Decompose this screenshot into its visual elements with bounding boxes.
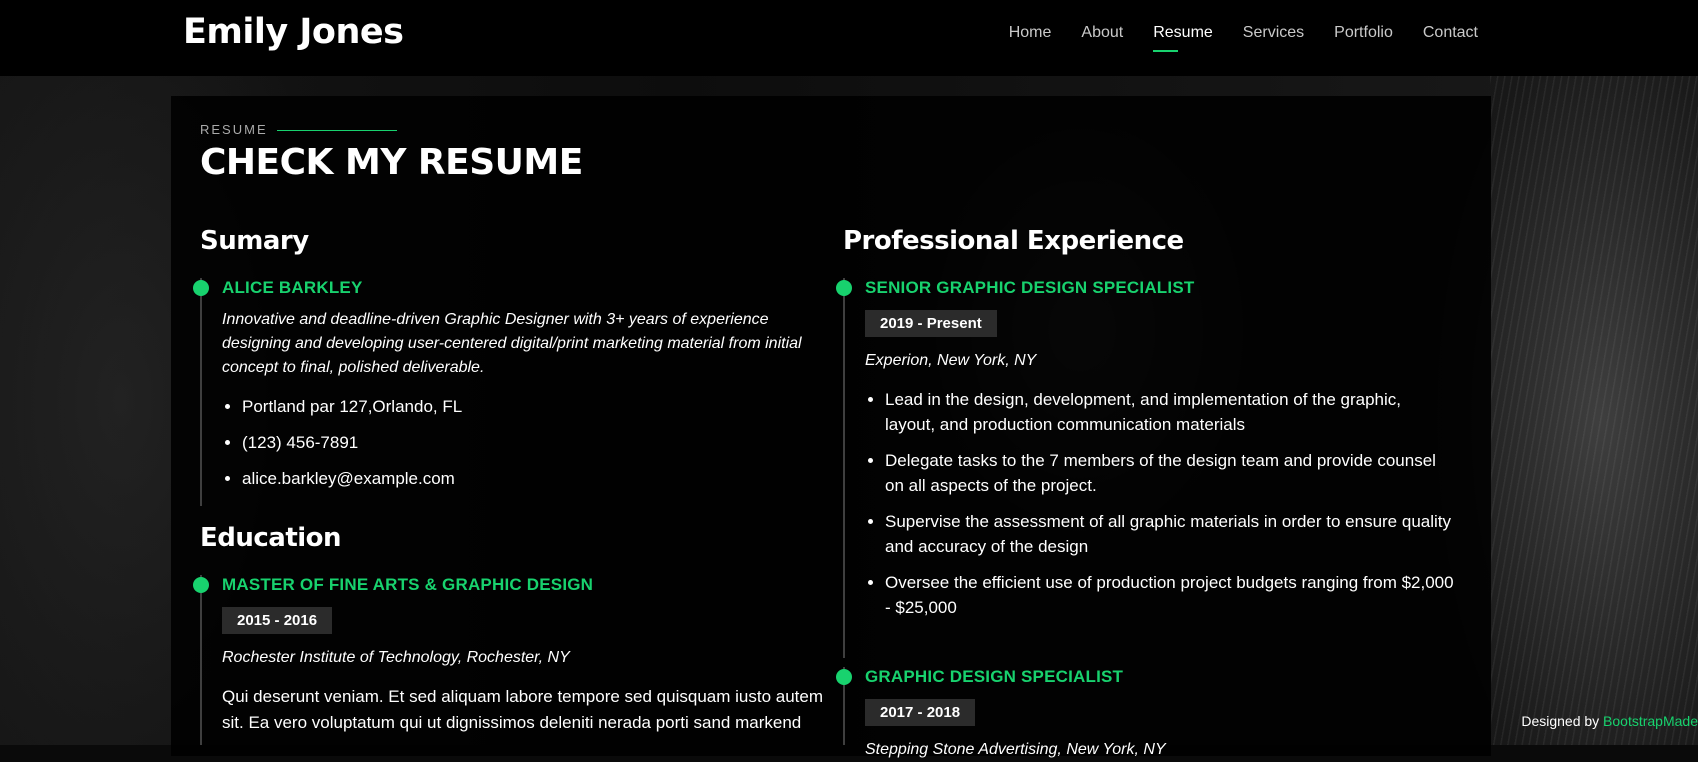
credits-link[interactable]: BootstrapMade [1603,713,1698,729]
section-label-divider [277,130,397,131]
summary-heading: Sumary [200,226,309,256]
education-heading: Education [200,523,342,553]
contact-phone: (123) 456-7891 [242,430,832,455]
contact-address: Portland par 127,Orlando, FL [242,394,832,419]
experience-item: GRAPHIC DESIGN SPECIALIST 2017 - 2018 St… [836,667,1455,758]
education-item: MASTER OF FINE ARTS & GRAPHIC DESIGN 201… [193,575,832,745]
timeline-dot [193,577,209,593]
nav-home[interactable]: Home [1009,24,1052,48]
experience-bullet: Oversee the efficient use of production … [885,570,1455,620]
summary-contact-list: Portland par 127,Orlando, FL (123) 456-7… [222,394,832,491]
background-hair-texture [1490,76,1698,745]
timeline-dot [836,669,852,685]
nav-about[interactable]: About [1081,24,1123,48]
experience-place: Stepping Stone Advertising, New York, NY [865,741,1166,758]
education-years-badge: 2015 - 2016 [222,607,333,634]
credits-prefix: Designed by [1521,713,1604,729]
site-header: Emily Jones Home About Resume Services P… [0,0,1698,76]
summary-name: ALICE BARKLEY [222,278,363,297]
experience-bullet: Delegate tasks to the 7 members of the d… [885,448,1455,498]
summary-item: ALICE BARKLEY Innovative and deadline-dr… [193,278,832,506]
experience-title: GRAPHIC DESIGN SPECIALIST [865,667,1124,686]
nav-resume[interactable]: Resume [1153,24,1213,52]
summary-description: Innovative and deadline-driven Graphic D… [222,311,802,376]
experience-item: SENIOR GRAPHIC DESIGN SPECIALIST 2019 - … [836,278,1455,658]
education-place: Rochester Institute of Technology, Roche… [222,649,570,666]
site-logo[interactable]: Emily Jones [183,12,404,52]
section-title: CHECK MY RESUME [200,142,583,183]
experience-bullet: Supervise the assessment of all graphic … [885,509,1455,559]
education-title: MASTER OF FINE ARTS & GRAPHIC DESIGN [222,575,594,594]
footer-credits: Designed by BootstrapMade [1521,713,1698,729]
experience-heading: Professional Experience [843,226,1184,256]
experience-years-badge: 2017 - 2018 [865,699,976,726]
timeline-dot [836,280,852,296]
main-nav: Home About Resume Services Portfolio Con… [979,24,1478,52]
experience-years-badge: 2019 - Present [865,310,997,337]
section-label: RESUME [200,122,268,137]
nav-services[interactable]: Services [1243,24,1304,48]
experience-place: Experion, New York, NY [865,352,1037,369]
timeline-dot [193,280,209,296]
nav-portfolio[interactable]: Portfolio [1334,24,1393,48]
experience-bullet: Lead in the design, development, and imp… [885,387,1455,437]
experience-bullets: Lead in the design, development, and imp… [865,387,1455,620]
nav-contact[interactable]: Contact [1423,24,1478,48]
experience-title: SENIOR GRAPHIC DESIGN SPECIALIST [865,278,1195,297]
contact-email: alice.barkley@example.com [242,466,832,491]
education-description: Qui deserunt veniam. Et sed aliquam labo… [222,687,823,732]
